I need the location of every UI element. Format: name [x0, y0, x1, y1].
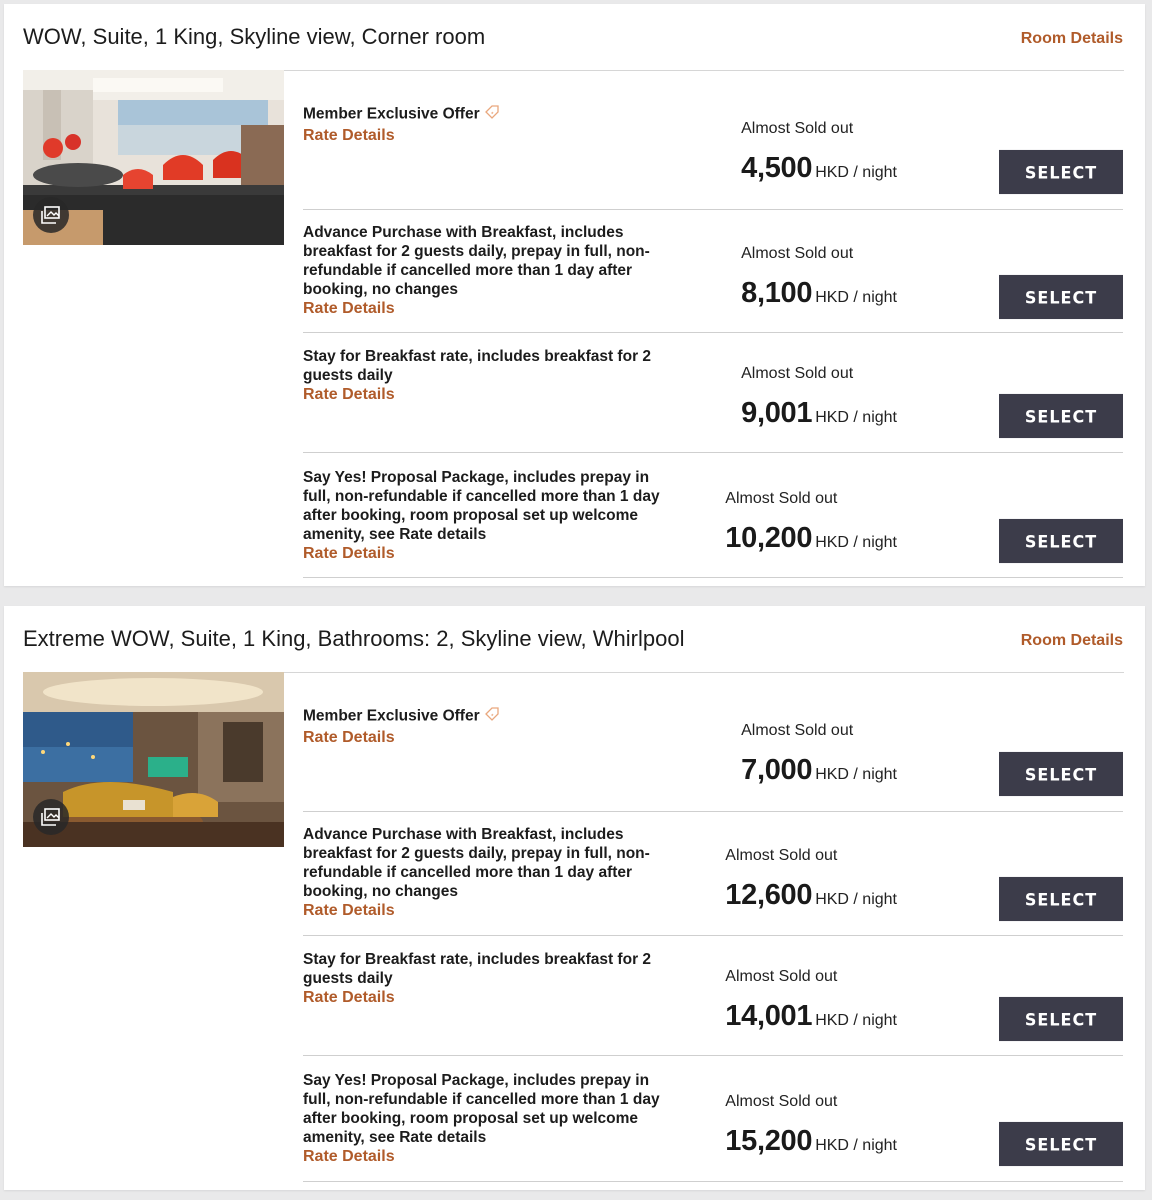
price-unit: HKD / night: [815, 534, 897, 551]
rate-description: Stay for Breakfast rate, includes breakf…: [303, 951, 652, 987]
room-photo[interactable]: [23, 70, 284, 245]
price-amount: 7,000: [741, 754, 813, 786]
rate-details-link[interactable]: Rate Details: [303, 126, 668, 146]
availability-status: Almost Sold out: [725, 490, 838, 507]
room-photo[interactable]: [23, 672, 284, 847]
divider: [303, 577, 1123, 578]
availability-status: Almost Sold out: [741, 365, 854, 382]
rate-description: Advance Purchase with Breakfast, include…: [303, 224, 650, 298]
rate-description: Advance Purchase with Breakfast, include…: [303, 826, 650, 900]
price-unit: HKD / night: [815, 1012, 897, 1029]
price-unit: HKD / night: [815, 289, 897, 306]
select-button[interactable]: SELECT: [999, 876, 1123, 922]
rate-details-link[interactable]: Rate Details: [303, 1147, 668, 1167]
rate-details-link[interactable]: Rate Details: [303, 901, 668, 921]
rate-row: Advance Purchase with Breakfast, include…: [303, 210, 1123, 333]
price-unit: HKD / night: [815, 164, 897, 181]
rate-details-link[interactable]: Rate Details: [303, 988, 668, 1008]
gallery-icon: [41, 206, 60, 224]
rate-row: Say Yes! Proposal Package, includes prep…: [303, 1056, 1123, 1182]
select-button[interactable]: SELECT: [999, 393, 1123, 439]
availability-status: Almost Sold out: [725, 1093, 838, 1110]
rate-row: Member Exclusive Offer Rate Details Almo…: [303, 672, 1123, 812]
rate-description: Member Exclusive Offer: [303, 707, 480, 725]
room-card: Extreme WOW, Suite, 1 King, Bathrooms: 2…: [4, 606, 1145, 1190]
member-tag-icon: [483, 103, 501, 126]
rate-row: Stay for Breakfast rate, includes breakf…: [303, 936, 1123, 1056]
rate-row: Advance Purchase with Breakfast, include…: [303, 812, 1123, 936]
select-button[interactable]: SELECT: [999, 149, 1123, 195]
gallery-icon: [41, 808, 60, 826]
availability-status: Almost Sold out: [741, 120, 854, 137]
availability-status: Almost Sold out: [725, 847, 838, 864]
select-button[interactable]: SELECT: [999, 996, 1123, 1042]
availability-status: Almost Sold out: [725, 968, 838, 985]
price-amount: 4,500: [741, 152, 813, 184]
room-card: WOW, Suite, 1 King, Skyline view, Corner…: [4, 4, 1145, 586]
rate-details-link[interactable]: Rate Details: [303, 728, 668, 748]
select-button[interactable]: SELECT: [999, 751, 1123, 797]
room-title: Extreme WOW, Suite, 1 King, Bathrooms: 2…: [23, 626, 685, 651]
rate-details-link[interactable]: Rate Details: [303, 299, 668, 319]
rate-description: Stay for Breakfast rate, includes breakf…: [303, 348, 652, 384]
price-unit: HKD / night: [815, 766, 897, 783]
price-amount: 10,200: [725, 522, 813, 554]
gallery-button[interactable]: [33, 197, 69, 233]
rate-description: Member Exclusive Offer: [303, 105, 480, 123]
price-amount: 12,600: [725, 879, 813, 911]
rate-details-link[interactable]: Rate Details: [303, 544, 668, 564]
select-button[interactable]: SELECT: [999, 1121, 1123, 1167]
room-title: WOW, Suite, 1 King, Skyline view, Corner…: [23, 24, 486, 49]
price-unit: HKD / night: [815, 409, 897, 426]
price-amount: 14,001: [725, 1000, 813, 1032]
rate-row: Member Exclusive Offer Rate Details Almo…: [303, 70, 1123, 210]
availability-status: Almost Sold out: [741, 245, 854, 262]
room-details-link[interactable]: Room Details: [1021, 632, 1123, 650]
divider: [303, 1181, 1123, 1182]
rate-description: Say Yes! Proposal Package, includes prep…: [303, 1072, 660, 1146]
select-button[interactable]: SELECT: [999, 274, 1123, 320]
rate-description: Say Yes! Proposal Package, includes prep…: [303, 469, 660, 543]
price-unit: HKD / night: [815, 891, 897, 908]
rate-details-link[interactable]: Rate Details: [303, 385, 668, 405]
room-details-link[interactable]: Room Details: [1021, 30, 1123, 48]
gallery-button[interactable]: [33, 799, 69, 835]
price-amount: 8,100: [741, 277, 813, 309]
price-amount: 9,001: [741, 397, 813, 429]
select-button[interactable]: SELECT: [999, 518, 1123, 564]
price-unit: HKD / night: [815, 1137, 897, 1154]
availability-status: Almost Sold out: [741, 722, 854, 739]
price-amount: 15,200: [725, 1125, 813, 1157]
rate-row: Say Yes! Proposal Package, includes prep…: [303, 453, 1123, 578]
rate-row: Stay for Breakfast rate, includes breakf…: [303, 333, 1123, 453]
member-tag-icon: [483, 705, 501, 728]
